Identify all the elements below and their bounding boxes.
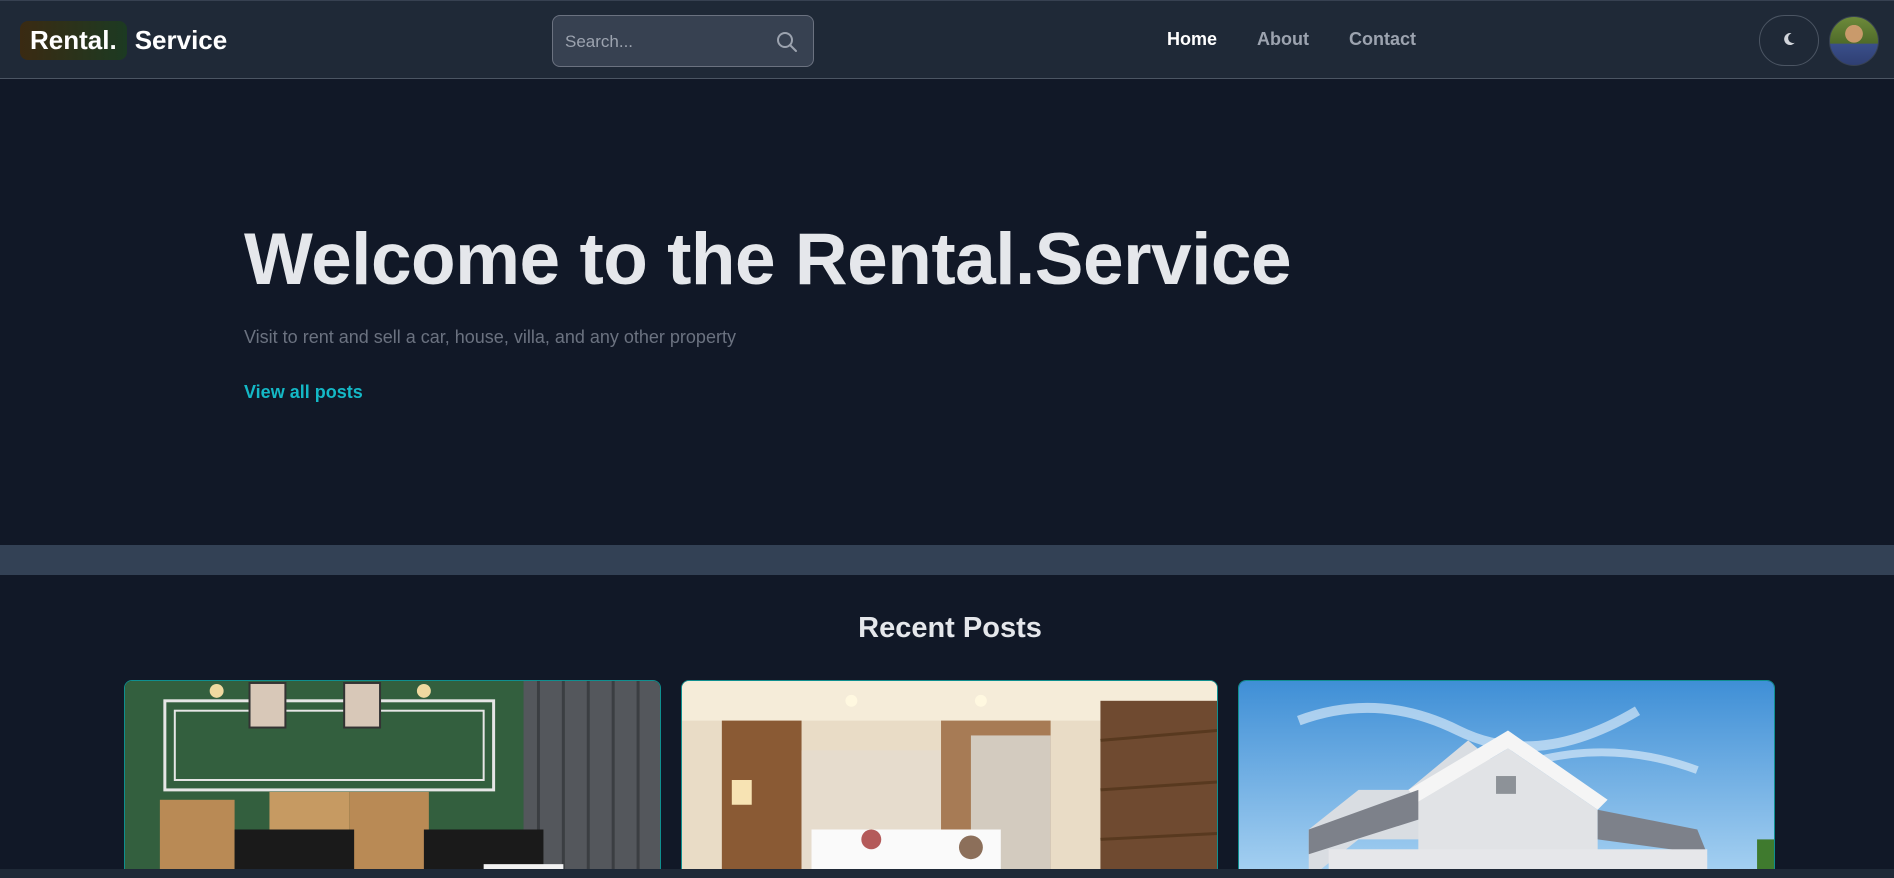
- view-all-posts-link[interactable]: View all posts: [244, 382, 363, 403]
- hero-section: Welcome to the Rental.Service Visit to r…: [0, 80, 1894, 545]
- hotel-room-photo: [682, 681, 1217, 878]
- moon-icon: [1781, 31, 1797, 50]
- search-icon[interactable]: [775, 30, 799, 54]
- theme-toggle-button[interactable]: [1759, 15, 1819, 66]
- recent-posts-title: Recent Posts: [858, 612, 1042, 644]
- nav-home[interactable]: Home: [1167, 29, 1217, 50]
- logo-badge: Rental.: [20, 20, 127, 60]
- logo-text: Service: [134, 24, 228, 55]
- section-divider: [0, 545, 1894, 575]
- search-input[interactable]: [565, 28, 765, 56]
- hero-title: Welcome to the Rental.Service: [244, 219, 1292, 300]
- search-box: [552, 15, 814, 67]
- post-card[interactable]: [681, 680, 1218, 878]
- hero-subtitle: Visit to rent and sell a car, house, vil…: [244, 327, 736, 347]
- nav-contact[interactable]: Contact: [1349, 29, 1416, 50]
- hostel-room-photo: [125, 681, 660, 878]
- bottom-scrollbar[interactable]: [0, 869, 1894, 878]
- main-nav: Home About Contact: [1167, 29, 1416, 50]
- site-logo[interactable]: Rental. Service: [20, 18, 227, 62]
- house-photo: [1239, 681, 1774, 878]
- post-card[interactable]: [1238, 680, 1775, 878]
- user-avatar[interactable]: [1829, 16, 1879, 66]
- top-navbar: Rental. Service Home About Contact: [0, 0, 1894, 79]
- post-card[interactable]: [124, 680, 661, 878]
- nav-about[interactable]: About: [1257, 29, 1309, 50]
